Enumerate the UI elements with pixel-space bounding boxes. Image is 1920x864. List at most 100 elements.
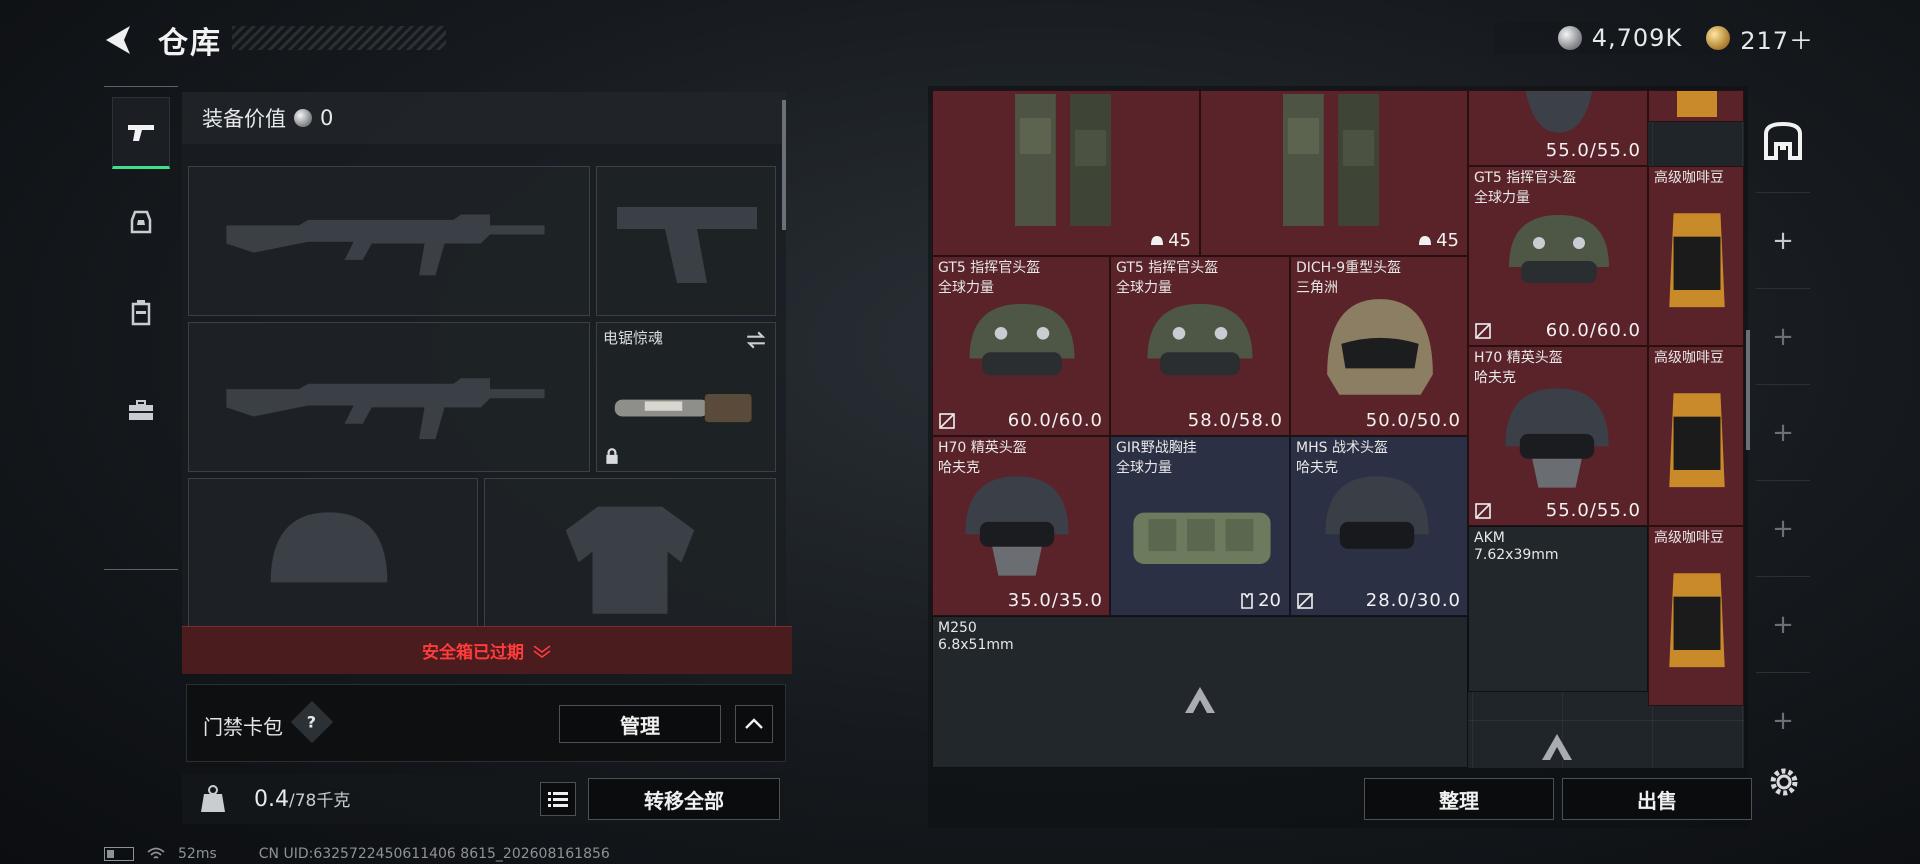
equipment-scrollbar[interactable] bbox=[782, 100, 786, 230]
safebox-status: 安全箱已过期 bbox=[422, 643, 524, 663]
status-bar: 52ms CN UID:6325722450611406 8615_202608… bbox=[104, 845, 610, 863]
helmet-slot[interactable] bbox=[188, 478, 478, 628]
item-name: 高级咖啡豆 bbox=[1654, 350, 1724, 366]
no-trade-icon bbox=[1475, 503, 1491, 519]
coffee-bag-image bbox=[1669, 573, 1725, 668]
helmet-item[interactable]: MHS 战术头盔 哈夫克 28.0/30.0 bbox=[1290, 436, 1468, 616]
keycard-panel: 门禁卡包 ? 管理 bbox=[186, 684, 786, 762]
item-name: H70 精英头盔 bbox=[1474, 350, 1563, 366]
melee-item-name: 电锯惊魂 bbox=[603, 329, 664, 347]
no-trade-icon bbox=[1297, 593, 1313, 609]
warehouse-tab-icon[interactable] bbox=[1762, 120, 1804, 162]
gear-icon[interactable] bbox=[1764, 762, 1804, 802]
add-tab-button[interactable]: + bbox=[1756, 192, 1810, 288]
sidearm-slot[interactable] bbox=[596, 166, 776, 316]
primary-weapon-slot[interactable] bbox=[188, 166, 590, 316]
sort-button[interactable]: 整理 bbox=[1364, 778, 1554, 820]
equipment-value-label: 装备价值 bbox=[202, 107, 286, 131]
item-quantity: 20 bbox=[1240, 590, 1281, 611]
armor-silhouette-icon bbox=[565, 506, 695, 614]
add-tab-button[interactable]: + bbox=[1756, 672, 1810, 768]
add-tab-button[interactable]: + bbox=[1756, 288, 1810, 384]
item-durability: 28.0/30.0 bbox=[1365, 590, 1461, 611]
coffee-beans-item[interactable]: 高级咖啡豆 bbox=[1648, 526, 1744, 706]
helmet-item[interactable]: GT5 指挥官头盔 全球力量 58.0/58.0 bbox=[1110, 256, 1290, 436]
back-arrow-icon bbox=[106, 26, 130, 54]
item-quantity: 45 bbox=[1418, 230, 1459, 251]
collapse-button[interactable] bbox=[735, 705, 773, 743]
chest-rig-item[interactable]: 45 bbox=[1200, 90, 1468, 256]
briefcase-icon bbox=[129, 400, 153, 420]
safebox-expired-banner[interactable]: 安全箱已过期 bbox=[182, 626, 792, 674]
helmet-image bbox=[1509, 215, 1609, 283]
item-name: 高级咖啡豆 bbox=[1654, 530, 1724, 546]
manage-button[interactable]: 管理 bbox=[559, 705, 721, 743]
list-view-button[interactable] bbox=[540, 782, 576, 816]
helmet-item[interactable]: DICH-9重型头盔 三角洲 50.0/50.0 bbox=[1290, 256, 1468, 436]
add-tab-button[interactable]: + bbox=[1756, 480, 1810, 576]
chest-rig-item[interactable]: 45 bbox=[932, 90, 1200, 256]
item-durability: 55.0/55.0 bbox=[1545, 500, 1641, 521]
coffee-beans-item[interactable]: 高级咖啡豆 bbox=[1648, 346, 1744, 526]
chest-rig-item[interactable]: GIR野战胸挂 全球力量 20 bbox=[1110, 436, 1290, 616]
gold-balance[interactable]: 217＋ bbox=[1740, 21, 1814, 56]
nav-backpack[interactable] bbox=[112, 277, 170, 349]
coffee-beans-item[interactable]: 高级咖啡豆 bbox=[1648, 166, 1744, 346]
gold-coin-icon bbox=[1706, 26, 1731, 50]
weapon-slot-item[interactable]: M250 6.8x51mm bbox=[932, 616, 1468, 768]
helmet-image bbox=[1325, 476, 1429, 549]
silver-coin-icon bbox=[294, 109, 312, 127]
weapon-slot-item[interactable]: AKM 7.62x39mm bbox=[1468, 526, 1648, 692]
helmet-item[interactable]: GT5 指挥官头盔 全球力量 60.0/60.0 bbox=[1468, 166, 1648, 346]
item-durability: 60.0/60.0 bbox=[1007, 410, 1103, 431]
nav-weapons[interactable] bbox=[112, 97, 170, 169]
helmet-silhouette-icon bbox=[270, 512, 388, 583]
helmet-image bbox=[1525, 91, 1593, 133]
weight-row: 0.4/78千克 转移全部 bbox=[182, 774, 786, 824]
triangle-logo-icon bbox=[1185, 687, 1215, 713]
item-durability: 50.0/50.0 bbox=[1365, 410, 1461, 431]
helmet-image bbox=[1147, 303, 1253, 376]
swap-icon[interactable] bbox=[745, 329, 767, 351]
wifi-icon bbox=[147, 847, 165, 859]
melee-slot[interactable]: 电锯惊魂 bbox=[596, 322, 776, 472]
add-tab-button[interactable]: + bbox=[1756, 384, 1810, 480]
item-name: DICH-9重型头盔 bbox=[1296, 260, 1402, 276]
helmet-item[interactable]: H70 精英头盔 哈夫克 55.0/55.0 bbox=[1468, 346, 1648, 526]
page-title: 仓库 bbox=[158, 26, 222, 61]
pistol-icon bbox=[128, 125, 154, 141]
equipment-value: 0 bbox=[320, 106, 334, 130]
warehouse-grid[interactable]: 45 45 55.0/55.0 GT5 指挥官头盔 全球力量 60.0/60.0 bbox=[932, 90, 1744, 768]
transfer-all-button[interactable]: 转移全部 bbox=[588, 778, 780, 820]
item-faction: 全球力量 bbox=[1116, 460, 1172, 476]
helmet-item[interactable]: GT5 指挥官头盔 全球力量 60.0/60.0 bbox=[932, 256, 1110, 436]
keycard-label: 门禁卡包 bbox=[203, 715, 283, 739]
triangle-logo-icon bbox=[1542, 734, 1572, 760]
chevron-down-icon bbox=[533, 644, 551, 658]
item-name: M250 bbox=[938, 620, 977, 636]
helmet-item[interactable]: H70 精英头盔 哈夫克 35.0/35.0 bbox=[932, 436, 1110, 616]
warehouse-tabs: + + + + + + bbox=[1756, 96, 1810, 776]
secondary-weapon-slot[interactable] bbox=[188, 322, 590, 472]
helmet-image bbox=[1505, 388, 1609, 488]
help-icon[interactable]: ? bbox=[290, 700, 334, 744]
add-tab-button[interactable]: + bbox=[1756, 576, 1810, 672]
back-button[interactable] bbox=[100, 22, 140, 58]
rifle-silhouette-icon bbox=[226, 378, 545, 440]
helmet-small-icon bbox=[1419, 235, 1432, 245]
chest-rig-image bbox=[1283, 94, 1379, 226]
coffee-beans-item[interactable] bbox=[1648, 90, 1744, 122]
coffee-bag-image bbox=[1669, 213, 1725, 308]
backpack-icon bbox=[131, 300, 151, 326]
nav-briefcase[interactable] bbox=[112, 375, 170, 447]
weight-value: 0.4/78千克 bbox=[254, 787, 351, 812]
sell-button[interactable]: 出售 bbox=[1562, 778, 1752, 820]
item-name: 高级咖啡豆 bbox=[1654, 170, 1724, 186]
pistol-silhouette-icon bbox=[617, 207, 757, 283]
helmet-image bbox=[965, 476, 1069, 576]
warehouse-scrollbar[interactable] bbox=[1746, 330, 1750, 450]
nav-character[interactable] bbox=[112, 187, 170, 259]
helmet-item[interactable]: 55.0/55.0 bbox=[1468, 90, 1648, 166]
helmet-image bbox=[1327, 299, 1433, 395]
armor-slot[interactable] bbox=[484, 478, 776, 628]
